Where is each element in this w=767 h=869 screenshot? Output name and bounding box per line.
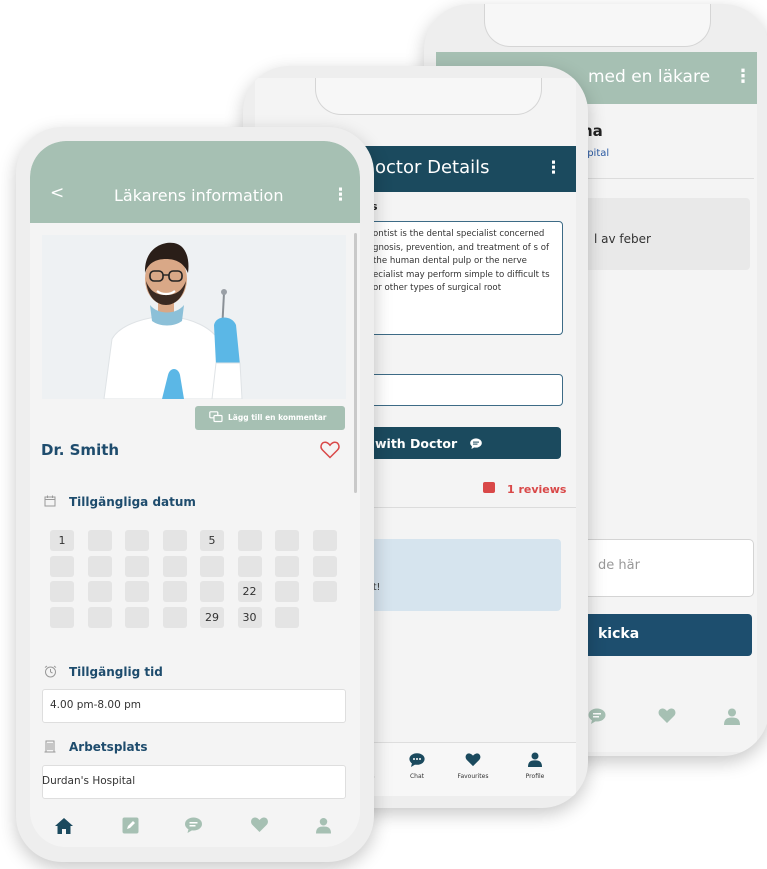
calendar-day[interactable]	[162, 555, 187, 577]
calendar-day[interactable]: 5	[200, 530, 224, 551]
calendar-day[interactable]	[162, 606, 187, 628]
doctor-photo	[42, 235, 346, 399]
text-field[interactable]	[361, 374, 563, 406]
calendar-day[interactable]: 22	[237, 581, 262, 602]
calendar-day[interactable]	[50, 581, 74, 602]
doctor-name: Dr. Smith	[41, 441, 120, 459]
phone-notch	[484, 4, 711, 47]
page-title: Läkarens information	[114, 186, 284, 205]
calendar-day[interactable]	[87, 606, 112, 628]
heart-icon[interactable]	[250, 817, 269, 837]
nav-item-favourites[interactable]: Favourites	[443, 752, 503, 780]
calendar-day[interactable]	[125, 606, 149, 628]
calendar-day[interactable]	[275, 606, 299, 628]
calendar-day[interactable]	[125, 581, 149, 602]
calendar-day[interactable]	[312, 555, 337, 577]
message-text: l av feber	[594, 232, 651, 246]
phone-notch	[315, 78, 542, 115]
profile-nav-icon[interactable]	[724, 708, 740, 729]
calendar-day[interactable]	[275, 530, 299, 551]
profile-icon[interactable]	[316, 817, 331, 838]
workplace-value: Durdan's Hospital	[42, 775, 136, 787]
scrollbar[interactable]	[354, 233, 357, 493]
calendar-day[interactable]	[200, 581, 224, 602]
calendar-icon	[44, 495, 56, 510]
calendar-day[interactable]	[312, 530, 337, 551]
edit-icon[interactable]	[122, 817, 139, 838]
favorite-heart-icon[interactable]	[320, 441, 340, 463]
calendar-day[interactable]: 30	[237, 606, 262, 628]
calendar-day[interactable]	[312, 581, 337, 602]
divider	[582, 178, 754, 179]
chat-bubble-icon	[469, 438, 482, 449]
nav-item-chat[interactable]: Chat	[387, 752, 447, 780]
heart-nav-icon[interactable]	[658, 708, 676, 728]
available-dates-heading: Tillgängliga datum	[69, 495, 196, 509]
message-input-placeholder: de här	[598, 558, 640, 573]
calendar-day[interactable]	[162, 530, 187, 551]
calendar-day[interactable]	[87, 581, 112, 602]
nav-item-profile[interactable]: Profile	[505, 752, 565, 780]
calendar-day[interactable]	[50, 555, 74, 577]
home-icon[interactable]	[54, 817, 74, 839]
available-time-heading: Tillgänglig tid	[69, 665, 163, 679]
review-icon	[483, 482, 495, 493]
app-bar	[30, 141, 360, 223]
page-title: med en läkare	[588, 67, 711, 87]
calendar-day[interactable]	[125, 555, 149, 577]
calendar-day[interactable]	[237, 530, 262, 551]
calendar-day[interactable]: 29	[200, 606, 224, 628]
send-button-label: kicka	[598, 626, 640, 642]
chat-icon	[409, 753, 425, 767]
building-icon	[44, 740, 56, 756]
calendar-day[interactable]	[162, 581, 187, 602]
chat-nav-icon[interactable]	[588, 708, 606, 728]
doctor-info-screen: < Läkarens information ⋮ Lägg till en ko…	[30, 141, 360, 847]
calendar-day[interactable]	[87, 530, 112, 551]
calendar-day[interactable]	[275, 555, 299, 577]
chat-message-box	[361, 539, 561, 611]
reviews-count[interactable]: 1 reviews	[507, 483, 566, 496]
description-text: ontist is the dental specialist concerne…	[373, 229, 550, 293]
heart-icon	[465, 753, 481, 767]
calendar-day[interactable]	[50, 606, 74, 628]
back-icon[interactable]: <	[50, 183, 64, 203]
calendar-day[interactable]	[87, 555, 112, 577]
alarm-clock-icon	[44, 665, 57, 681]
calendar-day[interactable]: 1	[50, 530, 74, 551]
calendar-day[interactable]	[125, 530, 149, 551]
divider	[361, 507, 576, 508]
phone-speaker	[126, 127, 261, 135]
more-menu-icon[interactable]: ⋮	[545, 158, 562, 178]
chat-with-doctor-label: with Doctor	[375, 436, 482, 451]
profile-icon	[528, 752, 542, 767]
calendar-day[interactable]	[275, 581, 299, 602]
phone-doctor-info: < Läkarens information ⋮ Lägg till en ko…	[16, 127, 374, 862]
calendar-day[interactable]	[237, 555, 262, 577]
add-comment-label: Lägg till en kommentar	[228, 413, 327, 422]
workplace-heading: Arbetsplats	[69, 740, 148, 754]
calendar-day[interactable]	[200, 555, 224, 577]
page-title: octor Details	[375, 157, 490, 178]
available-time-value: 4.00 pm-8.00 pm	[50, 699, 142, 711]
chat-icon[interactable]	[184, 817, 203, 837]
more-menu-icon[interactable]: ⋮	[332, 185, 349, 205]
comment-icon	[209, 411, 223, 423]
more-menu-icon[interactable]: ⋮	[734, 66, 752, 87]
